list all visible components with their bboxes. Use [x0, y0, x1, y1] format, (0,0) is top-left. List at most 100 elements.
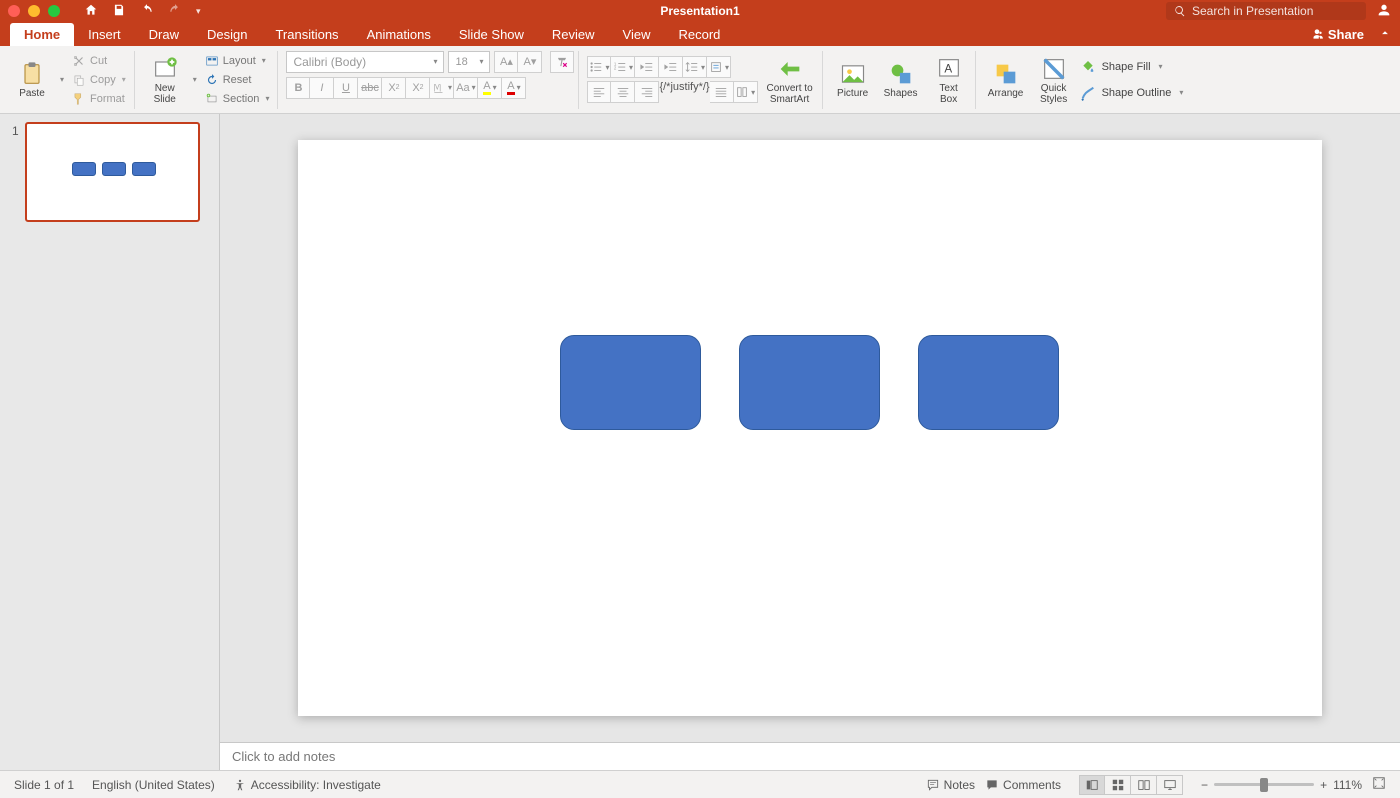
clear-formatting-button[interactable] — [550, 51, 574, 73]
minimize-window-button[interactable] — [28, 5, 40, 17]
ribbon-group-font: Calibri (Body)▾ 18▾ A▴ A▾ B I U abc X2 X… — [282, 51, 579, 109]
search-icon — [1174, 5, 1186, 17]
ribbon-group-arrange: Arrange Quick Styles Shape Fill▾ Shape O… — [980, 51, 1188, 109]
format-painter-button[interactable]: Format — [68, 90, 130, 108]
search-input[interactable]: Search in Presentation — [1166, 2, 1366, 20]
titlebar: ▾ Presentation1 Search in Presentation — [0, 0, 1400, 22]
bullets-button[interactable]: ▾ — [587, 56, 611, 78]
convert-smartart-button[interactable]: Convert to SmartArt — [762, 52, 818, 108]
reading-view-button[interactable] — [1131, 775, 1157, 795]
language-status[interactable]: English (United States) — [92, 778, 215, 792]
rounded-rectangle-shape[interactable] — [918, 335, 1059, 430]
home-icon[interactable] — [84, 3, 98, 20]
justify-button[interactable] — [710, 81, 734, 103]
thumbnail-preview[interactable] — [25, 122, 200, 222]
font-color-button[interactable]: A▾ — [502, 77, 526, 99]
tab-view[interactable]: View — [609, 23, 665, 46]
shape-fill-button[interactable]: Shape Fill▾ — [1080, 58, 1184, 76]
text-direction-button[interactable]: ▾ — [707, 56, 731, 78]
accessibility-status[interactable]: Accessibility: Investigate — [233, 778, 381, 792]
zoom-percent[interactable]: 111% — [1333, 778, 1362, 792]
notes-toggle-button[interactable]: Notes — [926, 778, 975, 792]
slide-canvas[interactable] — [298, 140, 1322, 716]
strikethrough-button[interactable]: abc — [358, 77, 382, 99]
new-slide-button[interactable]: New Slide — [143, 52, 187, 108]
bold-button[interactable]: B — [286, 77, 310, 99]
copy-button[interactable]: Copy▾ — [68, 71, 130, 89]
ribbon-tabs: Home Insert Draw Design Transitions Anim… — [0, 22, 1400, 46]
align-left-button[interactable] — [587, 81, 611, 103]
zoom-in-button[interactable]: + — [1320, 778, 1327, 792]
slide-area: Click to add notes — [220, 114, 1400, 770]
font-name-combo[interactable]: Calibri (Body)▾ — [286, 51, 444, 73]
arrange-button[interactable]: Arrange — [984, 52, 1028, 108]
tab-insert[interactable]: Insert — [74, 23, 135, 46]
subscript-button[interactable]: X2 — [406, 77, 430, 99]
save-icon[interactable] — [112, 3, 126, 20]
layout-button[interactable]: Layout▾ — [201, 52, 274, 70]
align-center-button[interactable] — [611, 81, 635, 103]
tab-review[interactable]: Review — [538, 23, 609, 46]
shape-outline-button[interactable]: Shape Outline▾ — [1080, 84, 1184, 102]
paste-button[interactable]: Paste — [10, 52, 54, 108]
change-case-button[interactable]: Aa▾ — [454, 77, 478, 99]
rounded-rectangle-shape[interactable] — [560, 335, 701, 430]
slide-sorter-view-button[interactable] — [1105, 775, 1131, 795]
zoom-window-button[interactable] — [48, 5, 60, 17]
close-window-button[interactable] — [8, 5, 20, 17]
decrease-indent-button[interactable] — [635, 56, 659, 78]
highlight-button[interactable]: A▾ — [478, 77, 502, 99]
fit-to-window-button[interactable] — [1372, 776, 1386, 793]
zoom-control: − + 111% — [1201, 778, 1362, 792]
redo-icon[interactable] — [168, 3, 182, 20]
tab-draw[interactable]: Draw — [135, 23, 193, 46]
profile-icon[interactable] — [1376, 2, 1392, 21]
quick-styles-button[interactable]: Quick Styles — [1032, 52, 1076, 108]
align-right-button[interactable] — [635, 81, 659, 103]
underline-button[interactable]: U — [334, 77, 358, 99]
picture-button[interactable]: Picture — [831, 52, 875, 108]
normal-view-button[interactable] — [1079, 775, 1105, 795]
italic-button[interactable]: I — [310, 77, 334, 99]
decrease-font-size-button[interactable]: A▾ — [518, 51, 542, 73]
slide-counter[interactable]: Slide 1 of 1 — [14, 778, 74, 792]
share-button[interactable]: Share — [1310, 27, 1364, 42]
collapse-ribbon-icon[interactable] — [1378, 26, 1392, 43]
tab-record[interactable]: Record — [665, 23, 735, 46]
ribbon-group-clipboard: Paste ▾ Cut Copy▾ Format — [6, 51, 135, 109]
slideshow-view-button[interactable] — [1157, 775, 1183, 795]
tab-animations[interactable]: Animations — [353, 23, 445, 46]
cut-button[interactable]: Cut — [68, 52, 130, 70]
tab-slide-show[interactable]: Slide Show — [445, 23, 538, 46]
tab-design[interactable]: Design — [193, 23, 261, 46]
paste-dropdown-icon[interactable]: ▾ — [60, 75, 64, 84]
undo-icon[interactable] — [140, 3, 154, 20]
view-buttons — [1079, 775, 1183, 795]
qat-customize-icon[interactable]: ▾ — [196, 6, 201, 17]
new-slide-dropdown-icon[interactable]: ▾ — [193, 75, 197, 84]
tab-transitions[interactable]: Transitions — [261, 23, 352, 46]
line-spacing-button[interactable]: ▾ — [683, 56, 707, 78]
slide-thumbnail-panel[interactable]: 1 — [0, 114, 220, 770]
zoom-out-button[interactable]: − — [1201, 778, 1208, 792]
ribbon-group-insert: Picture Shapes AText Box — [827, 51, 976, 109]
increase-font-size-button[interactable]: A▴ — [494, 51, 518, 73]
tab-home[interactable]: Home — [10, 23, 74, 46]
section-button[interactable]: Section▾ — [201, 90, 274, 108]
reset-button[interactable]: Reset — [201, 71, 274, 89]
columns-button[interactable]: ▾ — [734, 81, 758, 103]
font-size-combo[interactable]: 18▾ — [448, 51, 490, 73]
numbering-button[interactable]: 12▾ — [611, 56, 635, 78]
rounded-rectangle-shape[interactable] — [739, 335, 880, 430]
increase-indent-button[interactable] — [659, 56, 683, 78]
zoom-slider[interactable] — [1214, 783, 1314, 786]
slide-canvas-zone[interactable] — [220, 114, 1400, 742]
text-box-button[interactable]: AText Box — [927, 52, 971, 108]
shapes-button[interactable]: Shapes — [879, 52, 923, 108]
superscript-button[interactable]: X2 — [382, 77, 406, 99]
comments-toggle-button[interactable]: Comments — [985, 778, 1061, 792]
thumbnail-item[interactable]: 1 — [12, 122, 207, 222]
thumbnail-number: 1 — [12, 122, 19, 222]
char-spacing-button[interactable]: ▾ — [430, 77, 454, 99]
notes-pane[interactable]: Click to add notes — [220, 742, 1400, 770]
